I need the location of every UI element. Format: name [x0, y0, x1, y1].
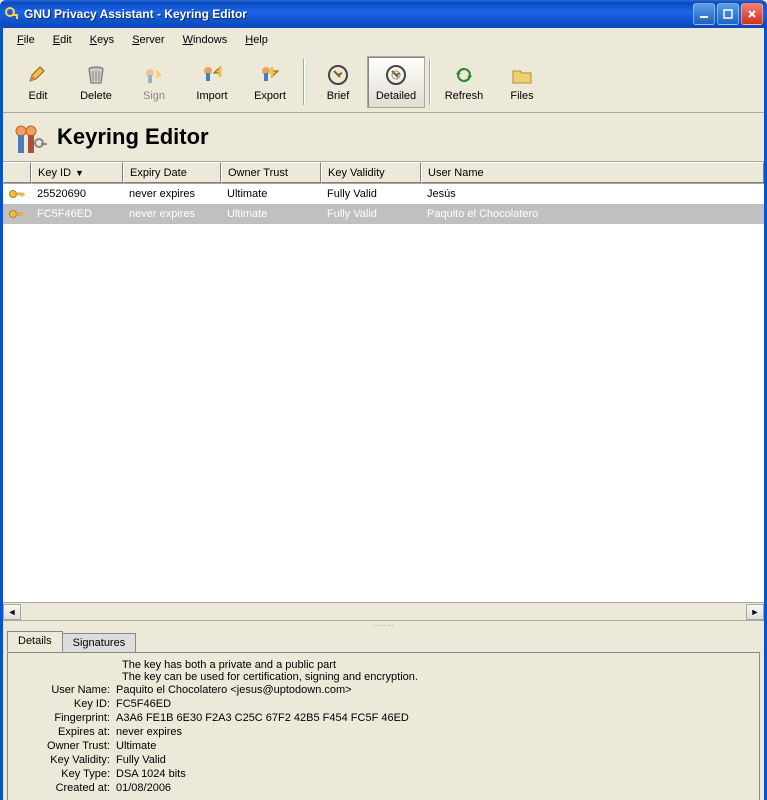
toolbar-separator	[429, 59, 431, 105]
cell-trust: Ultimate	[221, 186, 321, 202]
brief-icon	[324, 62, 352, 88]
toolbar-export[interactable]: Export	[241, 56, 299, 108]
label-fingerprint: Fingerprint:	[16, 712, 116, 724]
toolbar-files-label: Files	[510, 90, 533, 102]
toolbar-brief[interactable]: Brief	[309, 56, 367, 108]
cell-expiry: never expires	[123, 186, 221, 202]
label-expires: Expires at:	[16, 726, 116, 738]
detail-intro-2: The key can be used for certification, s…	[16, 671, 751, 683]
refresh-icon	[450, 62, 478, 88]
toolbar: Edit Delete Sign Import Export	[3, 52, 764, 113]
page-header: Keyring Editor	[3, 113, 764, 161]
toolbar-export-label: Export	[254, 90, 286, 102]
menu-keys[interactable]: Keys	[82, 32, 122, 48]
menubar: File Edit Keys Server Windows Help	[3, 28, 764, 52]
cell-user: Paquito el Chocolatero	[421, 206, 764, 222]
cell-keyid: 25520690	[31, 186, 123, 202]
col-header-keyid[interactable]: Key ID▼	[31, 162, 123, 183]
label-keytype: Key Type:	[16, 768, 116, 780]
scroll-right-button[interactable]: ►	[746, 604, 764, 620]
value-fingerprint: A3A6 FE1B 6E30 F2A3 C25C 67F2 42B5 F454 …	[116, 712, 409, 724]
toolbar-delete[interactable]: Delete	[67, 56, 125, 108]
table-row[interactable]: FC5F46EDnever expiresUltimateFully Valid…	[3, 204, 764, 224]
cell-validity: Fully Valid	[321, 186, 421, 202]
cell-validity: Fully Valid	[321, 206, 421, 222]
tab-signatures[interactable]: Signatures	[62, 633, 137, 652]
toolbar-refresh-label: Refresh	[445, 90, 484, 102]
value-trust: Ultimate	[116, 740, 156, 752]
menu-edit[interactable]: Edit	[45, 32, 80, 48]
toolbar-delete-label: Delete	[80, 90, 112, 102]
col-header-expiry[interactable]: Expiry Date	[123, 162, 221, 183]
cell-keyid: FC5F46ED	[31, 206, 123, 222]
value-user: Paquito el Chocolatero <jesus@uptodown.c…	[116, 684, 352, 696]
sign-icon	[140, 62, 168, 88]
table-row[interactable]: 25520690never expiresUltimateFully Valid…	[3, 184, 764, 204]
maximize-button[interactable]	[717, 3, 739, 25]
scroll-track[interactable]	[21, 604, 746, 620]
details-panel: The key has both a private and a public …	[7, 652, 760, 800]
close-button[interactable]	[741, 3, 763, 25]
toolbar-sign[interactable]: Sign	[125, 56, 183, 108]
toolbar-edit-label: Edit	[29, 90, 48, 102]
label-keyid: Key ID:	[16, 698, 116, 710]
folder-icon	[508, 62, 536, 88]
import-icon	[198, 62, 226, 88]
splitter-handle[interactable]: ······	[3, 621, 764, 629]
label-trust: Owner Trust:	[16, 740, 116, 752]
toolbar-detailed-label: Detailed	[376, 90, 416, 102]
table-header-row: Key ID▼ Expiry Date Owner Trust Key Vali…	[3, 162, 764, 184]
toolbar-edit[interactable]: Edit	[9, 56, 67, 108]
page-title: Keyring Editor	[57, 124, 209, 150]
menu-windows[interactable]: Windows	[175, 32, 236, 48]
detailed-icon	[382, 62, 410, 88]
col-header-icon[interactable]	[3, 162, 31, 183]
export-icon	[256, 62, 284, 88]
value-expires: never expires	[116, 726, 182, 738]
cell-trust: Ultimate	[221, 206, 321, 222]
toolbar-brief-label: Brief	[327, 90, 350, 102]
value-validity: Fully Valid	[116, 754, 166, 766]
window-title: GNU Privacy Assistant - Keyring Editor	[24, 7, 693, 21]
tabs: Details Signatures	[3, 629, 764, 652]
toolbar-import-label: Import	[196, 90, 227, 102]
minimize-button[interactable]	[693, 3, 715, 25]
keyring-icon	[9, 117, 49, 157]
detail-intro-1: The key has both a private and a public …	[16, 659, 751, 671]
toolbar-detailed[interactable]: Detailed	[367, 56, 425, 108]
sort-desc-icon: ▼	[75, 168, 84, 178]
value-created: 01/08/2006	[116, 782, 171, 794]
col-header-user[interactable]: User Name	[421, 162, 764, 183]
pencil-icon	[24, 62, 52, 88]
tab-details[interactable]: Details	[7, 631, 63, 652]
key-table: Key ID▼ Expiry Date Owner Trust Key Vali…	[3, 161, 764, 621]
toolbar-import[interactable]: Import	[183, 56, 241, 108]
app-icon	[4, 6, 20, 22]
toolbar-files[interactable]: Files	[493, 56, 551, 108]
menu-file[interactable]: File	[9, 32, 43, 48]
titlebar[interactable]: GNU Privacy Assistant - Keyring Editor	[0, 0, 767, 28]
toolbar-sign-label: Sign	[143, 90, 165, 102]
key-icon	[3, 206, 31, 222]
cell-user: Jesús	[421, 186, 764, 202]
menu-server[interactable]: Server	[124, 32, 172, 48]
table-body: 25520690never expiresUltimateFully Valid…	[3, 184, 764, 602]
label-validity: Key Validity:	[16, 754, 116, 766]
col-header-trust[interactable]: Owner Trust	[221, 162, 321, 183]
menu-help[interactable]: Help	[237, 32, 276, 48]
label-created: Created at:	[16, 782, 116, 794]
toolbar-refresh[interactable]: Refresh	[435, 56, 493, 108]
scroll-left-button[interactable]: ◄	[3, 604, 21, 620]
label-user: User Name:	[16, 684, 116, 696]
cell-expiry: never expires	[123, 206, 221, 222]
value-keyid: FC5F46ED	[116, 698, 171, 710]
horizontal-scrollbar[interactable]: ◄ ►	[3, 602, 764, 620]
toolbar-separator	[303, 59, 305, 105]
key-icon	[3, 186, 31, 202]
col-header-validity[interactable]: Key Validity	[321, 162, 421, 183]
trash-icon	[82, 62, 110, 88]
value-keytype: DSA 1024 bits	[116, 768, 186, 780]
